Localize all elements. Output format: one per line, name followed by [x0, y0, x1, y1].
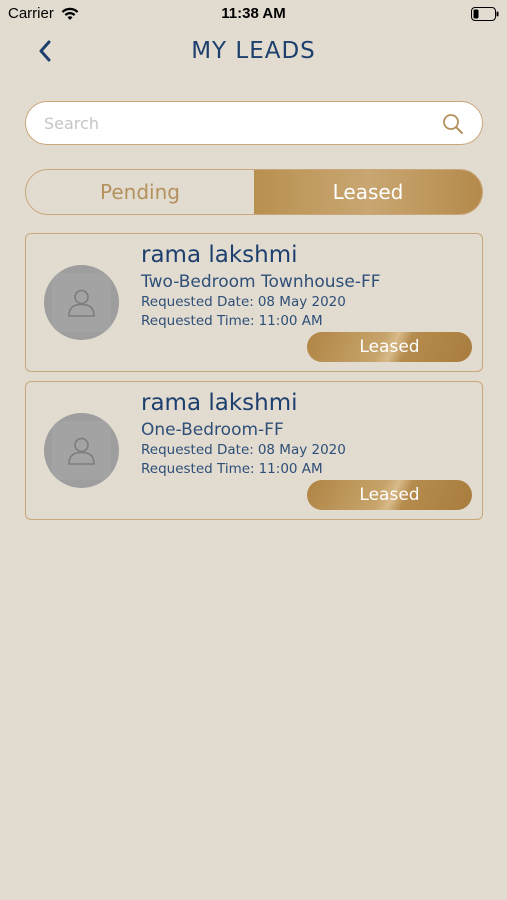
- avatar: [44, 265, 119, 340]
- requested-time-label: Requested Time:: [141, 313, 255, 329]
- requested-date-row: Requested Date: 08 May 2020: [141, 294, 346, 310]
- lead-unit: Two-Bedroom Townhouse-FF: [141, 272, 381, 292]
- battery-icon: [471, 6, 499, 21]
- tab-leased[interactable]: Leased: [254, 170, 482, 214]
- nav-header: MY LEADS: [0, 30, 507, 76]
- requested-time-value: 11:00 AM: [258, 313, 323, 329]
- requested-date-label: Requested Date:: [141, 294, 254, 310]
- screen: Carrier 11:38 AM MY LEADS Search Pending…: [0, 0, 507, 900]
- lead-unit: One-Bedroom-FF: [141, 420, 284, 440]
- requested-date-row: Requested Date: 08 May 2020: [141, 442, 346, 458]
- search-input[interactable]: [44, 102, 434, 144]
- user-placeholder-icon: [68, 437, 95, 465]
- search-bar: [25, 101, 483, 145]
- requested-date-value: 08 May 2020: [257, 294, 346, 310]
- page-title: MY LEADS: [191, 38, 316, 64]
- lead-card[interactable]: rama lakshmi Two-Bedroom Townhouse-FF Re…: [25, 233, 483, 372]
- user-placeholder-icon: [68, 289, 95, 317]
- lead-name: rama lakshmi: [141, 390, 298, 416]
- tab-pending[interactable]: Pending: [26, 170, 254, 214]
- lead-status-tabs: Pending Leased: [25, 169, 483, 215]
- requested-date-label: Requested Date:: [141, 442, 254, 458]
- status-time: 11:38 AM: [221, 5, 286, 22]
- requested-time-value: 11:00 AM: [258, 461, 323, 477]
- lead-name: rama lakshmi: [141, 242, 298, 268]
- status-bar: Carrier 11:38 AM: [0, 0, 507, 28]
- avatar: [44, 413, 119, 488]
- lead-status-button[interactable]: Leased: [307, 480, 472, 510]
- requested-time-row: Requested Time: 11:00 AM: [141, 313, 323, 329]
- search-icon[interactable]: [442, 113, 464, 135]
- requested-time-row: Requested Time: 11:00 AM: [141, 461, 323, 477]
- requested-date-value: 08 May 2020: [257, 442, 346, 458]
- lead-status-button[interactable]: Leased: [307, 332, 472, 362]
- lead-card[interactable]: rama lakshmi One-Bedroom-FF Requested Da…: [25, 381, 483, 520]
- requested-time-label: Requested Time:: [141, 461, 255, 477]
